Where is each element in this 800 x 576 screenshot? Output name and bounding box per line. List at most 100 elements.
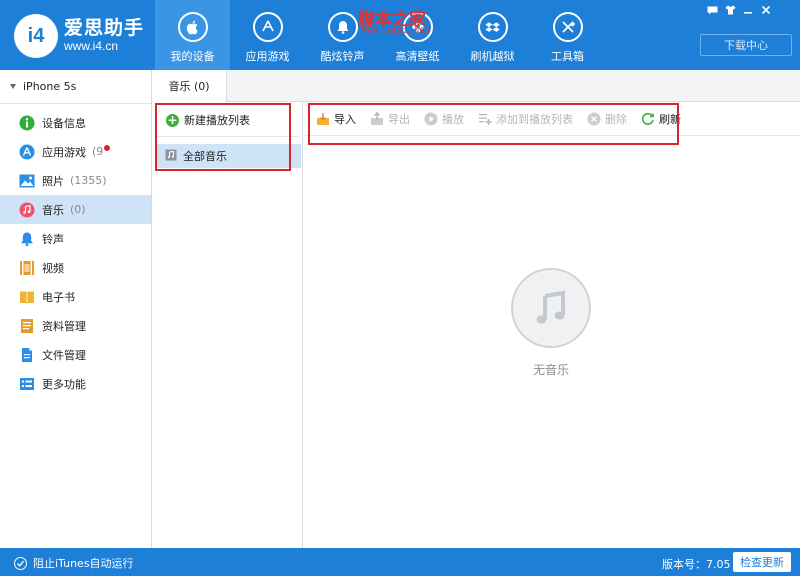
delete-icon bbox=[587, 112, 601, 126]
sidebar-item-count: (1355) bbox=[70, 174, 107, 187]
sidebar-item-label: 照片 bbox=[42, 174, 64, 188]
export-icon bbox=[370, 111, 384, 126]
new-playlist-label: 新建播放列表 bbox=[184, 114, 250, 127]
more-icon bbox=[19, 376, 35, 392]
sidebar-item-label: 设备信息 bbox=[42, 116, 86, 130]
sidebar-item-ringtones[interactable]: 铃声 bbox=[0, 224, 151, 253]
app-store-icon bbox=[253, 12, 283, 42]
sidebar-item-data-management[interactable]: 资料管理 bbox=[0, 311, 151, 340]
playlist-panel: + 新建播放列表 全部音乐 bbox=[152, 102, 303, 548]
sidebar-item-label: 文件管理 bbox=[42, 348, 86, 362]
sidebar-item-more-features[interactable]: 更多功能 bbox=[0, 369, 151, 398]
info-icon bbox=[19, 115, 35, 131]
sidebar-item-videos[interactable]: 视频 bbox=[0, 253, 151, 282]
brand-url: www.i4.cn bbox=[64, 39, 119, 53]
music-toolbar: 导入 导出 播放 添加到播放列表 删除 刷新 bbox=[304, 102, 800, 136]
nav-label: 刷机越狱 bbox=[470, 50, 515, 63]
playlist-item-all-music[interactable]: 全部音乐 bbox=[156, 144, 301, 168]
import-button[interactable]: 导入 bbox=[316, 111, 356, 127]
music-note-icon bbox=[165, 149, 177, 164]
sidebar-item-music[interactable]: 音乐 (0) bbox=[0, 195, 151, 224]
tool-label: 删除 bbox=[605, 112, 627, 126]
sidebar-item-ebooks[interactable]: 电子书 bbox=[0, 282, 151, 311]
contacts-icon bbox=[19, 318, 35, 334]
book-icon bbox=[19, 289, 35, 305]
refresh-button[interactable]: 刷新 bbox=[641, 111, 681, 127]
window-controls bbox=[703, 2, 775, 18]
sidebar-item-photos[interactable]: 照片 (1355) bbox=[0, 166, 151, 195]
divider bbox=[156, 136, 299, 137]
sidebar-item-label: 音乐 bbox=[42, 203, 64, 217]
add-to-playlist-button[interactable]: 添加到播放列表 bbox=[478, 111, 573, 127]
nav-label: 我的设备 bbox=[170, 50, 215, 63]
tab-strip: 音乐 (0) bbox=[152, 70, 800, 102]
sidebar-item-count: (9 bbox=[92, 145, 104, 158]
sidebar-item-device-info[interactable]: 设备信息 bbox=[0, 108, 151, 137]
video-icon bbox=[19, 260, 35, 276]
i4-logo: i4 bbox=[14, 14, 58, 58]
play-icon bbox=[424, 112, 438, 126]
nav-apps-games[interactable]: 应用游戏 bbox=[230, 0, 305, 70]
play-button[interactable]: 播放 bbox=[424, 111, 464, 127]
bell-icon bbox=[328, 12, 358, 42]
minimize-icon[interactable] bbox=[739, 2, 757, 18]
sidebar-menu: 设备信息 应用游戏 (9 照片 (1355) 音乐 (0) 铃声 视频 电子书 … bbox=[0, 108, 151, 398]
sidebar-item-label: 更多功能 bbox=[42, 377, 86, 391]
bell-icon bbox=[19, 231, 35, 247]
sidebar-item-apps-games[interactable]: 应用游戏 (9 bbox=[0, 137, 151, 166]
tab-music[interactable]: 音乐 (0) bbox=[152, 70, 227, 102]
sidebar: iPhone 5s 设备信息 应用游戏 (9 照片 (1355) 音乐 (0) … bbox=[0, 70, 152, 548]
playlist-item-label: 全部音乐 bbox=[183, 150, 227, 163]
message-icon[interactable] bbox=[703, 2, 721, 18]
tool-label: 播放 bbox=[442, 112, 464, 126]
collapse-arrow-icon bbox=[10, 84, 16, 89]
sidebar-item-label: 应用游戏 bbox=[42, 145, 86, 159]
nav-toolbox[interactable]: 工具箱 bbox=[530, 0, 605, 70]
download-center-button[interactable]: 下载中心 bbox=[700, 34, 792, 56]
close-icon[interactable] bbox=[757, 2, 775, 18]
tool-label: 添加到播放列表 bbox=[496, 112, 573, 126]
photo-icon bbox=[19, 173, 35, 189]
app-header: i4 爱思助手 www.i4.cn 我的设备 应用游戏 酷炫铃声 高清壁纸 刷机… bbox=[0, 0, 800, 70]
music-icon bbox=[19, 202, 35, 218]
version-label: 版本号：7.05 bbox=[662, 558, 731, 571]
delete-button[interactable]: 删除 bbox=[587, 111, 627, 127]
import-icon bbox=[316, 112, 330, 126]
apple-icon bbox=[178, 12, 208, 42]
empty-music-icon bbox=[511, 268, 591, 348]
plus-icon: + bbox=[166, 112, 179, 127]
shirt-icon[interactable] bbox=[721, 2, 739, 18]
add-to-playlist-icon bbox=[478, 112, 492, 126]
tool-label: 刷新 bbox=[659, 112, 681, 126]
device-selector[interactable]: iPhone 5s bbox=[0, 70, 151, 104]
tools-icon bbox=[553, 12, 583, 42]
new-playlist-button[interactable]: + 新建播放列表 bbox=[166, 112, 250, 128]
file-icon bbox=[19, 347, 35, 363]
notification-badge bbox=[104, 144, 111, 151]
sidebar-item-label: 铃声 bbox=[42, 232, 64, 246]
nav-my-device[interactable]: 我的设备 bbox=[155, 0, 230, 70]
sidebar-item-label: 资料管理 bbox=[42, 319, 86, 333]
refresh-icon bbox=[641, 112, 655, 126]
nav-label: 工具箱 bbox=[551, 50, 584, 63]
sidebar-item-label: 电子书 bbox=[42, 290, 75, 304]
tool-label: 导入 bbox=[334, 112, 356, 126]
brand-name: 爱思助手 bbox=[64, 17, 145, 39]
sidebar-item-count: (0) bbox=[70, 203, 86, 216]
nav-label: 酷炫铃声 bbox=[320, 50, 365, 63]
device-name: iPhone 5s bbox=[23, 80, 77, 93]
check-icon bbox=[14, 556, 27, 570]
sidebar-item-file-management[interactable]: 文件管理 bbox=[0, 340, 151, 369]
status-bar: 阻止iTunes自动运行 版本号：7.05 检查更新 bbox=[0, 548, 800, 576]
tool-label: 导出 bbox=[388, 112, 410, 126]
empty-state-text: 无音乐 bbox=[532, 363, 569, 377]
watermark-sub: WWW.JB51.NET bbox=[362, 27, 432, 36]
nav-flash-jailbreak[interactable]: 刷机越狱 bbox=[455, 0, 530, 70]
export-button[interactable]: 导出 bbox=[370, 111, 410, 127]
block-itunes-toggle[interactable]: 阻止iTunes自动运行 bbox=[14, 555, 134, 571]
check-update-button[interactable]: 检查更新 bbox=[733, 552, 791, 572]
nav-label: 高清壁纸 bbox=[395, 50, 440, 63]
dropbox-icon bbox=[478, 12, 508, 42]
sidebar-item-label: 视频 bbox=[42, 261, 64, 275]
nav-label: 应用游戏 bbox=[245, 50, 290, 63]
